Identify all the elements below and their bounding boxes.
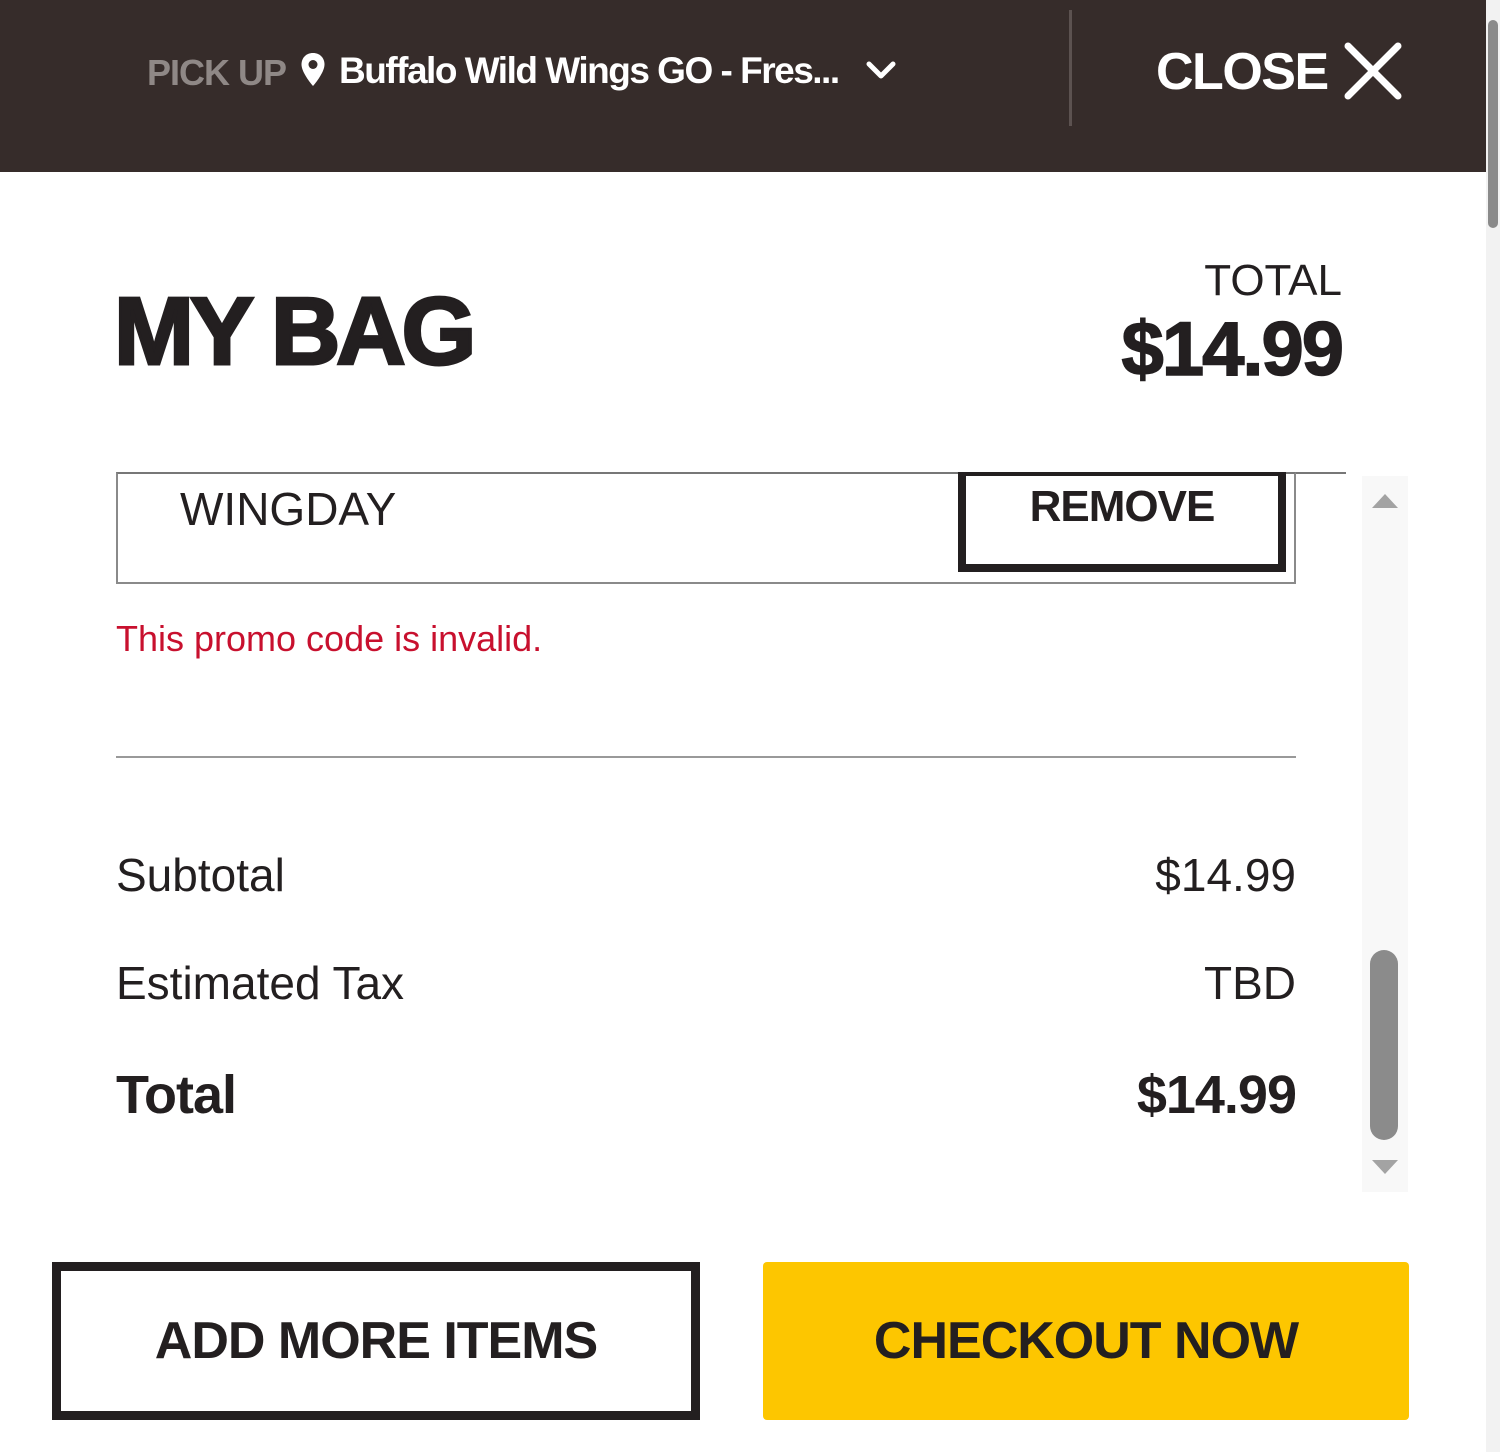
checkout-now-button[interactable]: CHECKOUT NOW — [763, 1262, 1409, 1420]
map-pin-icon — [301, 53, 325, 86]
close-label: CLOSE — [1156, 43, 1329, 101]
order-mode-label: PICK UP — [147, 52, 287, 93]
add-more-items-button[interactable]: ADD MORE ITEMS — [52, 1262, 700, 1420]
section-border — [1296, 472, 1346, 474]
total-value: $14.99 — [1136, 1065, 1297, 1125]
content-scrollbar[interactable] — [1362, 476, 1408, 1192]
page-scrollbar[interactable] — [1486, 0, 1500, 1452]
chevron-down-icon[interactable] — [864, 56, 898, 84]
promo-error-message: This promo code is invalid. — [116, 618, 543, 659]
tax-label: Estimated Tax — [116, 957, 405, 1009]
scroll-down-arrow-icon[interactable] — [1370, 1156, 1400, 1178]
bag-content: WINGDAY REMOVE This promo code is invali… — [0, 472, 1410, 1194]
tax-value: TBD — [1204, 957, 1296, 1009]
page-scroll-thumb[interactable] — [1488, 20, 1498, 228]
scroll-up-arrow-icon[interactable] — [1370, 490, 1400, 512]
remove-promo-button[interactable]: REMOVE — [958, 472, 1286, 572]
location-selector[interactable]: Buffalo Wild Wings GO - Fres... — [339, 50, 840, 92]
promo-code-field[interactable]: WINGDAY REMOVE — [116, 472, 1296, 584]
subtotal-label: Subtotal — [116, 849, 285, 901]
close-icon — [1344, 42, 1402, 100]
top-bar: PICK UP Buffalo Wild Wings GO - Fres... … — [0, 0, 1486, 172]
topbar-divider — [1069, 10, 1072, 126]
header-total-amount: $14.99 — [1121, 307, 1345, 392]
subtotal-value: $14.99 — [1155, 849, 1296, 901]
close-button[interactable]: CLOSE — [1156, 36, 1406, 106]
divider — [116, 756, 1296, 758]
total-caption: TOTAL — [1204, 256, 1342, 305]
promo-code-value: WINGDAY — [180, 483, 397, 535]
total-label: Total — [116, 1065, 237, 1125]
page-title: MY BAG — [112, 278, 477, 385]
content-scroll-thumb[interactable] — [1370, 950, 1398, 1140]
